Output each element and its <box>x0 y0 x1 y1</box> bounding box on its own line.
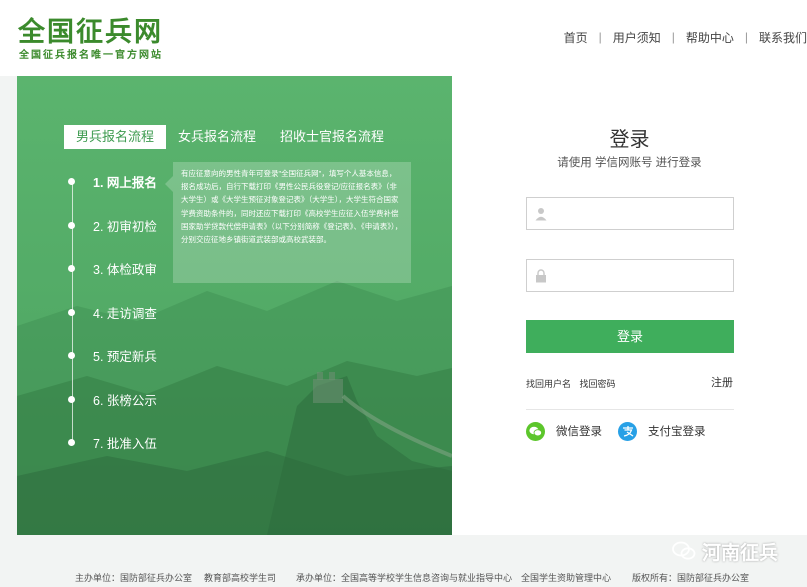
step-label: 6. 张榜公示 <box>93 393 157 408</box>
user-icon <box>535 208 547 221</box>
step-dot <box>68 221 75 229</box>
step-label: 3. 体检政审 <box>93 262 157 277</box>
step-preliminary-review[interactable]: 2. 初审初检 <box>68 216 157 234</box>
footer-organizer: 承办单位：全国高等学校学生信息咨询与就业指导中心 <box>296 573 513 583</box>
step-dot <box>68 438 75 446</box>
watermark-text: 河南征兵 <box>702 542 779 564</box>
login-panel: 登录 请使用 学信网账号 进行登录 登录 找回用户名 找回密码 注册 微信登录 <box>452 76 807 535</box>
step-dot <box>68 351 75 359</box>
wechat-account-watermark: 河南征兵 <box>672 538 778 564</box>
alipay-icon <box>618 421 637 441</box>
step-dot <box>68 395 75 403</box>
tab-male-enlistment[interactable]: 男兵报名流程 <box>64 125 167 149</box>
lock-icon <box>536 269 546 283</box>
site-logo-title[interactable]: 全国征兵网 <box>18 10 163 49</box>
username-input[interactable] <box>527 198 733 229</box>
login-title: 登录 <box>609 129 650 151</box>
tab-female-enlistment[interactable]: 女兵报名流程 <box>166 125 268 149</box>
step-dot <box>68 177 75 185</box>
nav-user-notice-link[interactable]: 用户须知 <box>613 29 661 46</box>
step-physical-exam[interactable]: 3. 体检政审 <box>68 259 157 277</box>
step-label: 2. 初审初检 <box>93 219 157 234</box>
footer-sponsor: 主办单位：国防部征兵办公室 <box>75 573 193 583</box>
divider <box>526 409 734 410</box>
alipay-login-label: 支付宝登录 <box>648 426 706 438</box>
site-footer: 主办单位：国防部征兵办公室 教育部高校学生司 承办单位：全国高等学校学生信息咨询… <box>0 566 807 587</box>
find-username-link[interactable]: 找回用户名 <box>526 379 571 389</box>
login-button[interactable]: 登录 <box>526 320 734 353</box>
site-header: 全国征兵网 全国征兵报名唯一官方网站 首页 | 用户须知 | 帮助中心 | 联系… <box>0 0 807 76</box>
step-dot <box>68 308 75 316</box>
wechat-login-label: 微信登录 <box>556 426 602 438</box>
step-label: 1. 网上报名 <box>93 175 157 190</box>
step-label: 5. 预定新兵 <box>93 349 157 364</box>
password-input[interactable] <box>527 260 733 291</box>
find-password-link[interactable]: 找回密码 <box>580 379 616 389</box>
nav-contact-link[interactable]: 联系我们 <box>759 29 807 46</box>
nav-help-center-link[interactable]: 帮助中心 <box>686 29 734 46</box>
login-subtitle: 请使用 学信网账号 进行登录 <box>557 157 702 169</box>
footer-copyright: 版权所有：国防部征兵办公室 <box>632 573 750 583</box>
password-field[interactable] <box>526 259 734 292</box>
footer-aid-center: 全国学生资助管理中心 <box>521 573 612 583</box>
wechat-icon <box>672 541 696 560</box>
nav-separator: | <box>744 30 748 44</box>
footer-ministry: 教育部高校学生司 <box>204 573 277 583</box>
nav-home-link[interactable]: 首页 <box>564 29 588 46</box>
wechat-login-button[interactable]: 微信登录 <box>526 421 602 441</box>
site-logo-subtitle: 全国征兵报名唯一官方网站 <box>19 50 163 61</box>
register-link[interactable]: 注册 <box>711 374 733 390</box>
description-pointer <box>165 176 173 192</box>
step-label: 4. 走访调查 <box>93 306 157 321</box>
wechat-icon <box>526 421 545 441</box>
nav-separator: | <box>598 30 602 44</box>
tab-nco-enlistment[interactable]: 招收士官报名流程 <box>268 125 396 149</box>
step-description: 有应征意向的男性青年可登录"全国征兵网"，填写个人基本信息，报名成功后，自行下载… <box>173 162 411 283</box>
account-recovery-links: 找回用户名 找回密码 <box>526 377 622 390</box>
top-nav: 首页 | 用户须知 | 帮助中心 | 联系我们 <box>564 29 807 45</box>
process-tabs: 男兵报名流程 女兵报名流程 招收士官报名流程 <box>64 125 396 149</box>
step-home-visit[interactable]: 4. 走访调查 <box>68 303 157 321</box>
step-public-notice[interactable]: 6. 张榜公示 <box>68 390 157 408</box>
nav-separator: | <box>671 30 675 44</box>
step-label: 7. 批准入伍 <box>93 436 157 451</box>
step-approve-enlistment[interactable]: 7. 批准入伍 <box>68 433 157 451</box>
step-online-registration[interactable]: 1. 网上报名 <box>68 172 157 190</box>
step-dot <box>68 264 75 272</box>
enlistment-process-panel: 男兵报名流程 女兵报名流程 招收士官报名流程 1. 网上报名 2. 初审初检 3… <box>17 76 452 535</box>
step-preselect-recruits[interactable]: 5. 预定新兵 <box>68 346 157 364</box>
alipay-login-button[interactable]: 支付宝登录 <box>618 421 706 441</box>
username-field[interactable] <box>526 197 734 230</box>
